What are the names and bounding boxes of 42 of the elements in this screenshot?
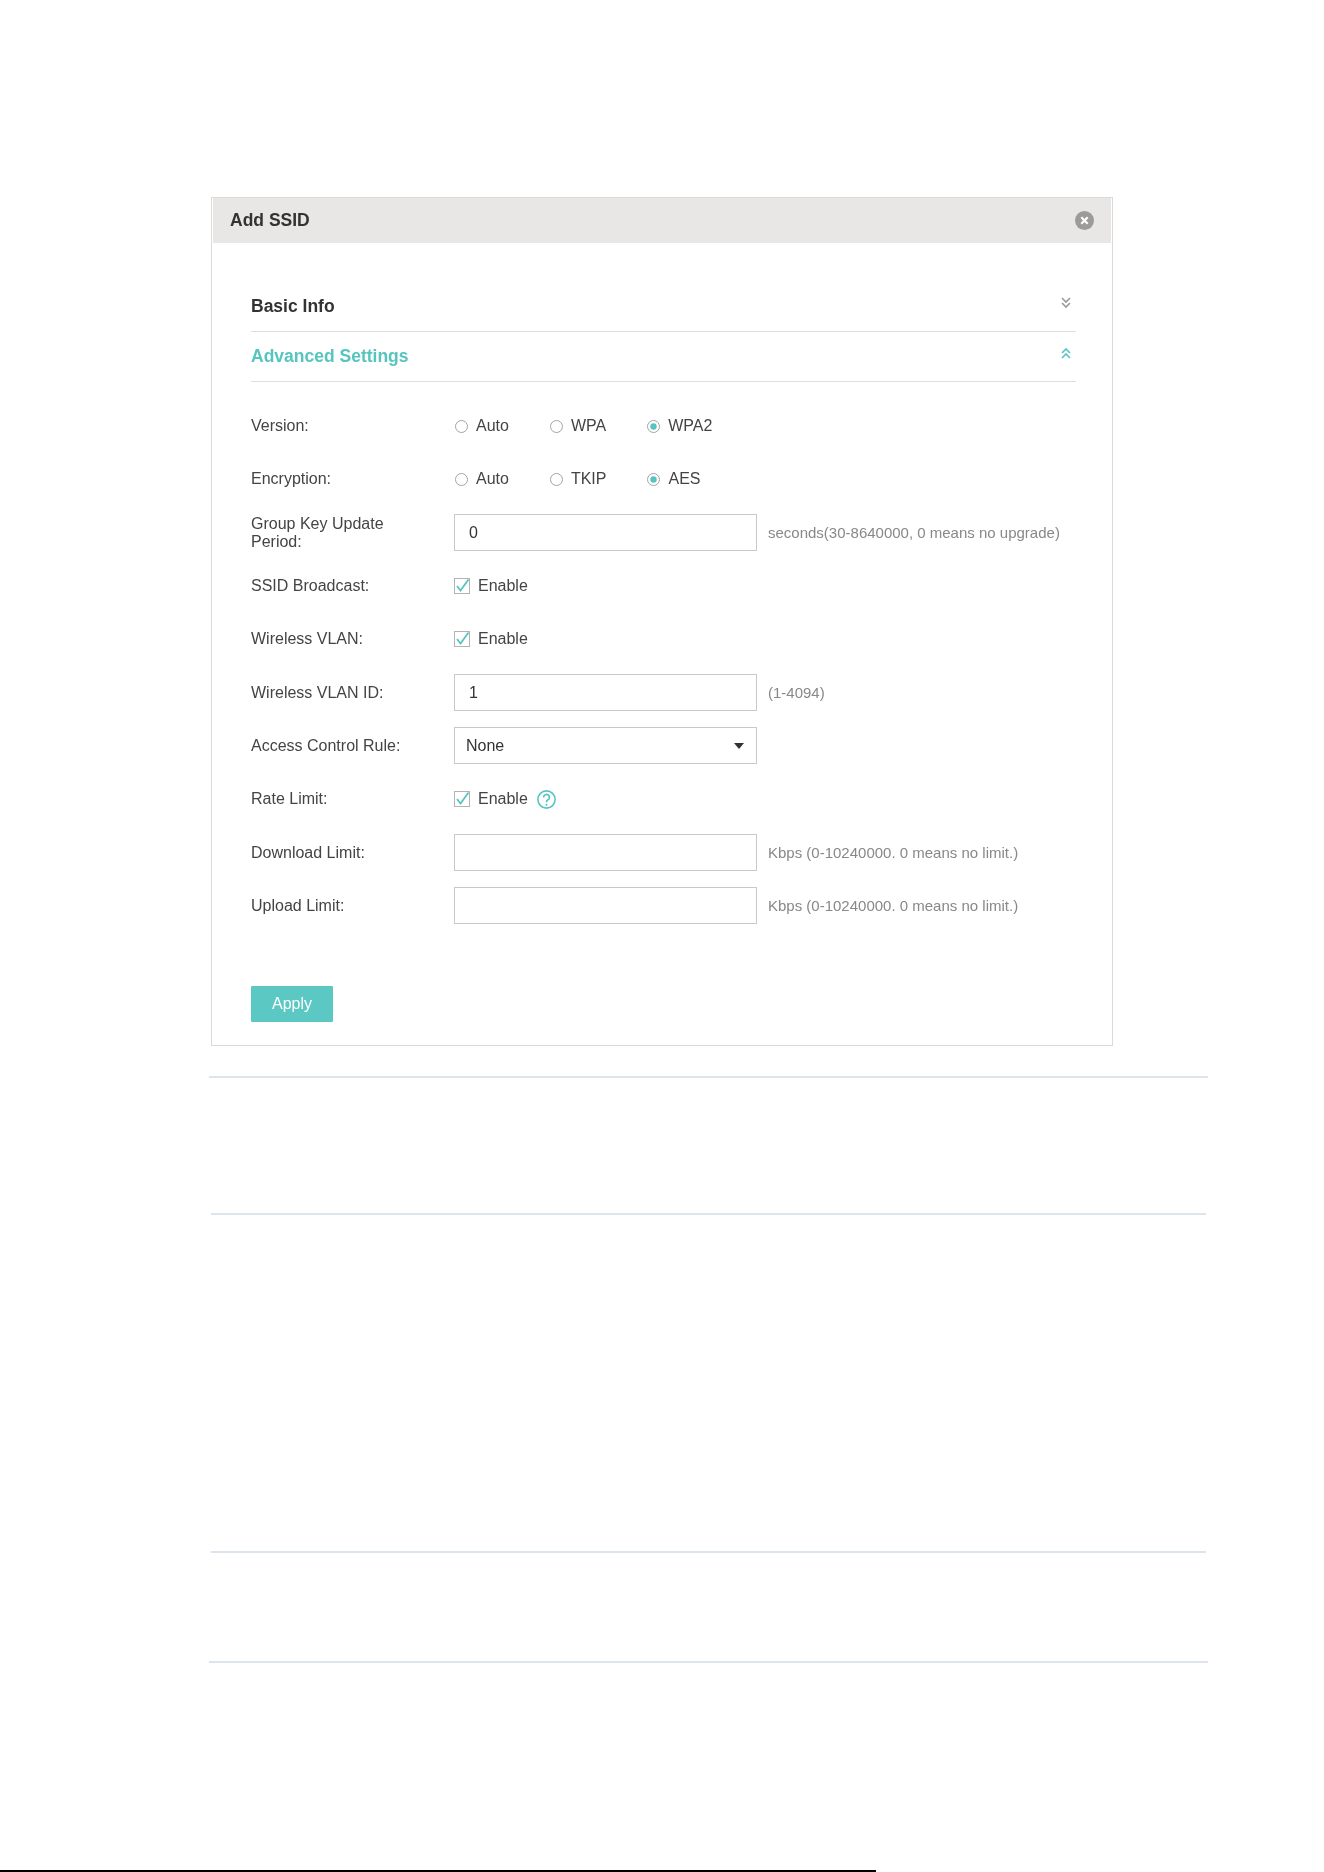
radio-option[interactable]: WPA <box>548 417 607 435</box>
radio-option[interactable]: Auto <box>454 417 509 435</box>
radio-button[interactable] <box>455 419 468 433</box>
checkbox[interactable] <box>454 791 470 808</box>
hint-text: (1-4094) <box>768 684 825 702</box>
checkbox[interactable] <box>454 631 470 648</box>
radio-option[interactable]: TKIP <box>548 470 607 489</box>
radio-button[interactable] <box>549 419 563 433</box>
checkbox[interactable] <box>454 578 470 594</box>
hint-text: Kbps (0-10240000. 0 means no limit.) <box>768 844 1019 862</box>
text-field[interactable]: 0 <box>454 514 757 552</box>
radio-button[interactable] <box>647 419 661 433</box>
dropdown-field[interactable]: None <box>454 727 757 765</box>
radio-option[interactable]: AES <box>646 470 701 489</box>
field-label: Wireless VLAN ID: <box>251 683 384 701</box>
radio-option[interactable]: Auto <box>454 470 509 489</box>
radio-button[interactable] <box>549 472 563 486</box>
radio-button[interactable] <box>647 472 661 486</box>
checkbox-option[interactable]: Enable <box>454 630 528 649</box>
checkbox-option[interactable]: Enable <box>454 577 528 595</box>
field-label: Version: <box>251 417 309 434</box>
field-label: Rate Limit: <box>251 790 328 808</box>
section-header[interactable]: Basic Info <box>251 282 1076 332</box>
text-field[interactable] <box>454 834 757 872</box>
field-label: Access Control Rule: <box>251 736 401 754</box>
field-label: Wireless VLAN: <box>251 630 364 648</box>
radio-button[interactable] <box>455 472 468 486</box>
hint-text: seconds(30-8640000, 0 means no upgrade) <box>768 524 1060 542</box>
close-icon[interactable] <box>1075 211 1094 230</box>
field-label: SSID Broadcast: <box>251 577 370 594</box>
dialog-title: Add SSID <box>230 210 310 231</box>
field-label: Group Key Update Period: <box>251 514 384 550</box>
checkbox-option[interactable]: Enable <box>454 790 528 809</box>
hint-text: Kbps (0-10240000. 0 means no limit.) <box>768 897 1019 915</box>
field-label: Download Limit: <box>251 843 365 861</box>
radio-option[interactable]: WPA2 <box>646 417 713 435</box>
field-label: Encryption: <box>251 470 332 488</box>
field-label: Upload Limit: <box>251 896 345 914</box>
text-field[interactable]: 1 <box>454 674 757 712</box>
caret-icon <box>734 742 744 749</box>
help-icon[interactable] <box>536 789 556 809</box>
text-field[interactable] <box>454 887 757 925</box>
